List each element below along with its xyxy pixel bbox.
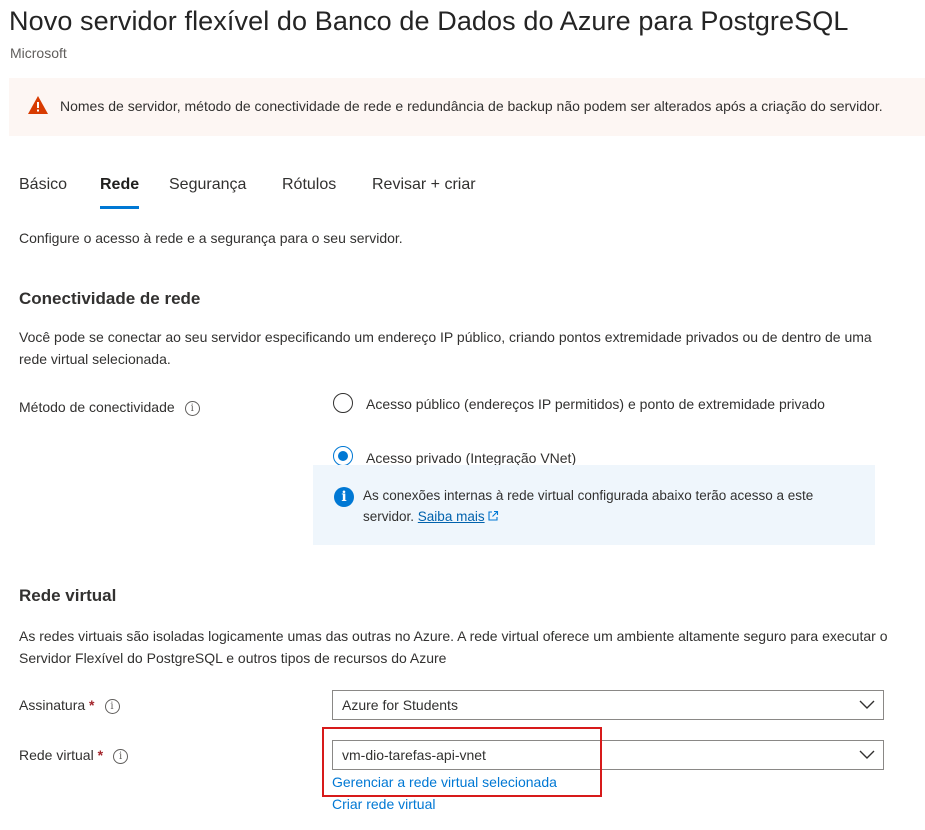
chevron-down-icon [859, 750, 875, 759]
info-icon[interactable]: i [104, 698, 120, 714]
info-icon[interactable]: i [184, 400, 200, 416]
connectivity-heading: Conectividade de rede [19, 289, 201, 308]
subscription-label-text: Assinatura [19, 697, 86, 713]
tab-rede[interactable]: Rede [100, 176, 139, 194]
vnet-label-text: Rede virtual [19, 747, 94, 763]
tab-basico[interactable]: Básico [19, 176, 67, 194]
connectivity-method-label: Método de conectividade i [19, 399, 200, 416]
vnet-heading: Rede virtual [19, 586, 117, 605]
annotation-highlight-box [322, 727, 602, 797]
radio-public-access[interactable] [333, 393, 353, 413]
vnet-description: As redes virtuais são isoladas logicamen… [19, 628, 888, 666]
tab-seguranca[interactable]: Segurança [169, 176, 246, 194]
network-intro-text: Configure o acesso à rede e a segurança … [19, 230, 403, 246]
tab-revisar-criar[interactable]: Revisar + criar [372, 176, 476, 194]
tab-rotulos[interactable]: Rótulos [282, 176, 336, 194]
warning-text: Nomes de servidor, método de conectivida… [60, 98, 883, 114]
learn-more-label: Saiba mais [417, 509, 485, 524]
publisher-label: Microsoft [10, 45, 67, 61]
learn-more-link[interactable]: Saiba mais [418, 509, 485, 524]
subscription-dropdown[interactable]: Azure for Students [332, 690, 884, 720]
create-vnet-link[interactable]: Criar rede virtual [332, 796, 435, 812]
external-link-icon [488, 510, 498, 521]
required-marker: * [89, 697, 95, 713]
info-circle-icon: i [334, 487, 354, 507]
active-tab-indicator [100, 206, 139, 209]
warning-triangle-icon [28, 96, 48, 114]
radio-private-access[interactable] [333, 446, 353, 466]
vnet-label: Rede virtual * i [19, 747, 129, 764]
subscription-value: Azure for Students [342, 697, 458, 713]
required-marker: * [97, 747, 104, 763]
connectivity-description: Você pode se conectar ao seu servidor es… [19, 329, 872, 367]
info-icon[interactable]: i [113, 748, 129, 764]
tab-bar: Básico Rede Segurança Rótulos Revisar + … [19, 176, 519, 210]
chevron-down-icon [859, 700, 875, 709]
radio-public-access-label[interactable]: Acesso público (endereços IP permitidos)… [366, 393, 866, 415]
page-title: Novo servidor flexível do Banco de Dados… [9, 6, 849, 36]
connectivity-method-text: Método de conectividade [19, 399, 175, 415]
subscription-label: Assinatura * i [19, 697, 120, 714]
vnet-info-text: As conexões internas à rede virtual conf… [363, 485, 863, 527]
vnet-info-box: i As conexões internas à rede virtual co… [313, 465, 875, 545]
warning-banner: Nomes de servidor, método de conectivida… [9, 78, 925, 136]
